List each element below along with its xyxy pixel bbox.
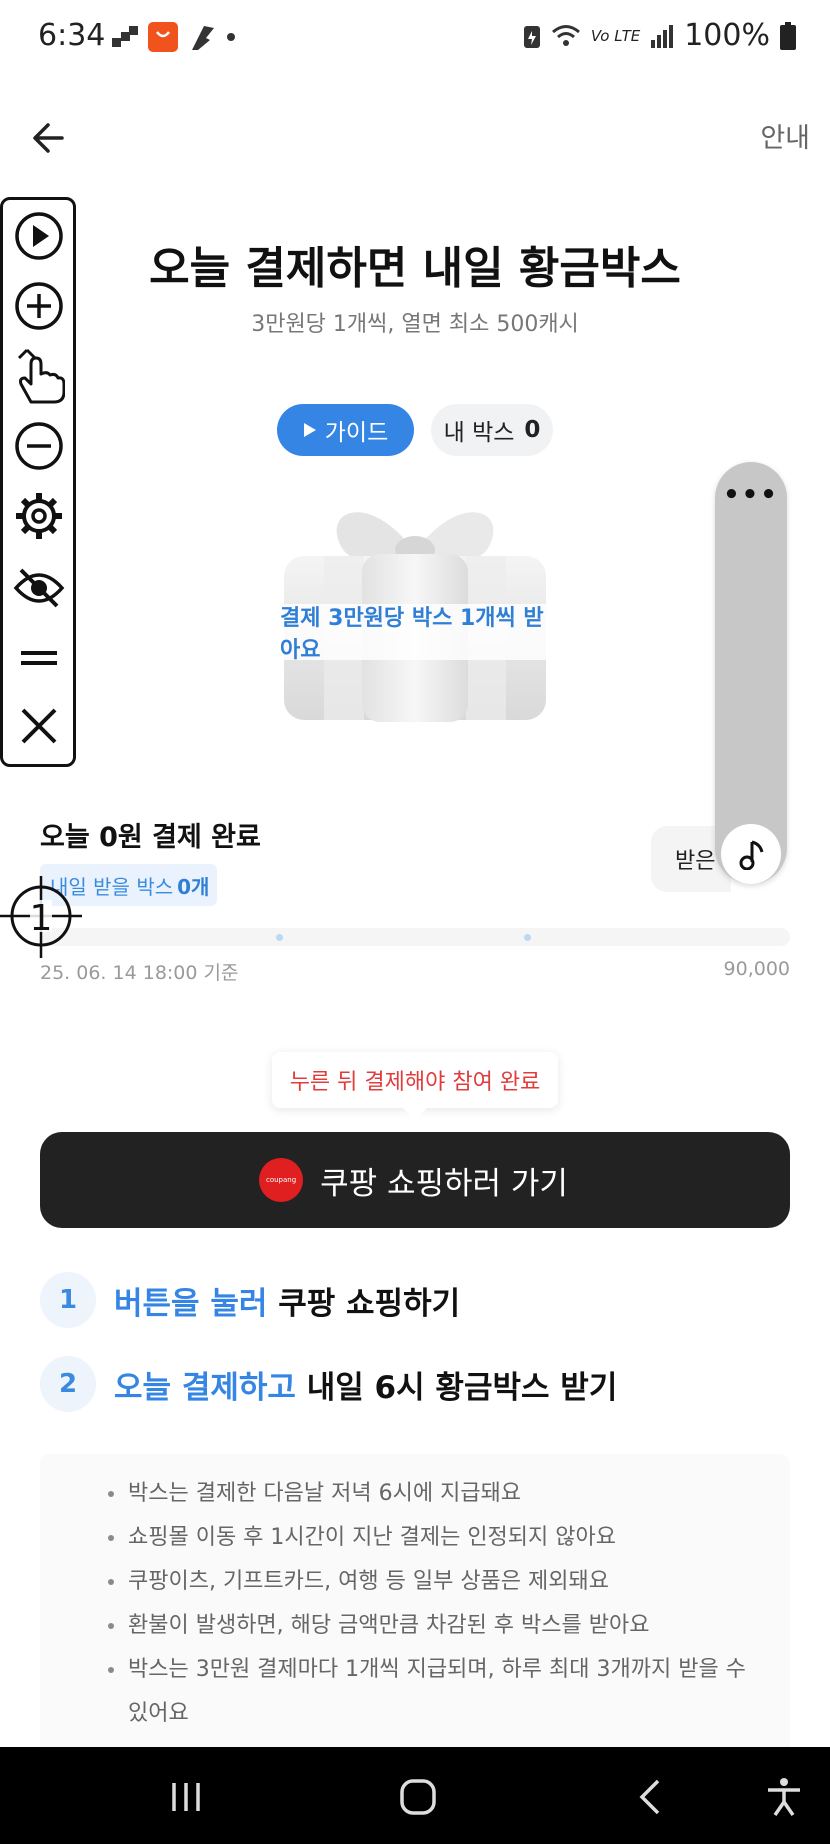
music-note-glyph xyxy=(739,840,764,870)
plus-circle-icon[interactable] xyxy=(13,280,65,332)
app-notification-icon xyxy=(112,26,138,47)
status-time: 6:34 xyxy=(38,18,106,53)
coupang-logo-icon: coupang xyxy=(262,1161,301,1199)
wifi-icon xyxy=(551,24,580,46)
app-header: 안내 xyxy=(0,100,830,180)
system-status: Vo LTE 100% xyxy=(523,18,796,53)
tomorrow-box-count: 0개 xyxy=(177,874,210,899)
bird-app-icon xyxy=(192,26,214,50)
accessibility-icon[interactable] xyxy=(762,1775,806,1819)
network-type: Vo LTE xyxy=(590,26,641,45)
notice-item: 박스는 결제한 다음날 저녁 6시에 지급돼요 xyxy=(106,1472,770,1516)
notice-box: 박스는 결제한 다음날 저녁 6시에 지급돼요 쇼핑몰 이동 후 1시간이 지난… xyxy=(40,1454,790,1754)
goal-amount: 90,000 xyxy=(723,958,790,980)
progress-checkpoint xyxy=(276,934,283,941)
equals-icon[interactable] xyxy=(13,632,65,684)
notice-item: 박스는 3만원 결제마다 1개씩 지급되며, 하루 최대 3개까지 받을 수 있… xyxy=(106,1648,770,1736)
my-box-count: 0 xyxy=(524,417,541,443)
minus-circle-icon[interactable] xyxy=(13,420,65,472)
status-bar: 6:34 Vo LTE 100% xyxy=(0,0,830,76)
payment-status-title: 오늘 0원 결제 완료 xyxy=(40,822,261,853)
guide-button[interactable]: 가이드 xyxy=(277,404,414,456)
step-highlight: 오늘 결제하고 xyxy=(114,1369,296,1406)
step-1: 1 버튼을 눌러 쿠팡 쇼핑하기 xyxy=(40,1272,460,1328)
guide-link[interactable]: 안내 xyxy=(760,116,810,155)
notice-item: 쿠팡이츠, 기프트카드, 여행 등 일부 상품은 제외돼요 xyxy=(106,1560,770,1604)
eye-off-icon[interactable] xyxy=(13,562,65,614)
more-notifications-dot xyxy=(227,33,235,41)
touch-point-number: 1 xyxy=(30,898,53,939)
back-icon[interactable] xyxy=(630,1775,674,1819)
my-box-label: 내 박스 xyxy=(443,420,515,446)
step-2: 2 오늘 결제하고 내일 6시 황금박스 받기 xyxy=(40,1356,617,1412)
page-title: 오늘 결제하면 내일 황금박스 xyxy=(149,243,681,294)
battery-percent: 100% xyxy=(684,18,770,53)
guide-button-label: 가이드 xyxy=(324,420,389,446)
notification-icons xyxy=(112,22,236,52)
play-circle-icon[interactable] xyxy=(13,210,65,262)
step-highlight: 버튼을 눌러 xyxy=(114,1285,268,1322)
touch-point-marker: 1 xyxy=(0,876,82,958)
page-subtitle: 3만원당 1개씩, 열면 최소 500캐시 xyxy=(251,312,579,337)
floating-toolbar xyxy=(0,197,76,767)
payment-progress-bar xyxy=(40,928,790,946)
step-text: 쿠팡 쇼핑하기 xyxy=(278,1285,461,1322)
battery-icon xyxy=(780,21,796,50)
side-panel-handle[interactable]: ••• xyxy=(715,462,787,884)
coupang-shopping-button[interactable]: coupang 쿠팡 쇼핑하러 가기 xyxy=(40,1132,790,1228)
signal-icon xyxy=(651,24,674,48)
received-label: 받은 xyxy=(675,849,716,874)
back-arrow-icon[interactable] xyxy=(28,116,72,160)
system-nav-bar xyxy=(0,1747,830,1844)
my-box-chip[interactable]: 내 박스 0 xyxy=(431,404,553,456)
participation-tooltip: 누른 뒤 결제해야 참여 완료 xyxy=(272,1052,558,1120)
home-icon[interactable] xyxy=(396,1775,440,1819)
notice-list: 박스는 결제한 다음날 저녁 6시에 지급돼요 쇼핑몰 이동 후 1시간이 지난… xyxy=(106,1472,770,1736)
notice-item: 쇼핑몰 이동 후 1시간이 지난 결제는 인정되지 않아요 xyxy=(106,1516,770,1560)
step-number: 1 xyxy=(40,1272,96,1328)
aliexpress-icon xyxy=(148,22,178,52)
close-icon[interactable] xyxy=(13,700,65,752)
gift-banner: 결제 3만원당 박스 1개씩 받아요 xyxy=(280,604,550,663)
step-number: 2 xyxy=(40,1356,96,1412)
gear-icon[interactable] xyxy=(13,490,65,542)
progress-checkpoint xyxy=(524,934,531,941)
hand-pointer-icon[interactable] xyxy=(13,346,65,408)
recent-apps-icon[interactable] xyxy=(164,1775,208,1819)
more-icon[interactable]: ••• xyxy=(715,480,787,510)
coupang-shopping-label: 쿠팡 쇼핑하러 가기 xyxy=(320,1165,568,1202)
battery-saver-icon xyxy=(523,25,540,48)
step-text: 내일 6시 황금박스 받기 xyxy=(306,1369,618,1406)
music-note-icon[interactable] xyxy=(721,824,781,884)
notice-item: 환불이 발생하면, 해당 금액만큼 차감된 후 박스를 받아요 xyxy=(106,1604,770,1648)
as-of-timestamp: 25. 06. 14 18:00 기준 xyxy=(40,962,239,984)
play-icon xyxy=(303,423,316,437)
